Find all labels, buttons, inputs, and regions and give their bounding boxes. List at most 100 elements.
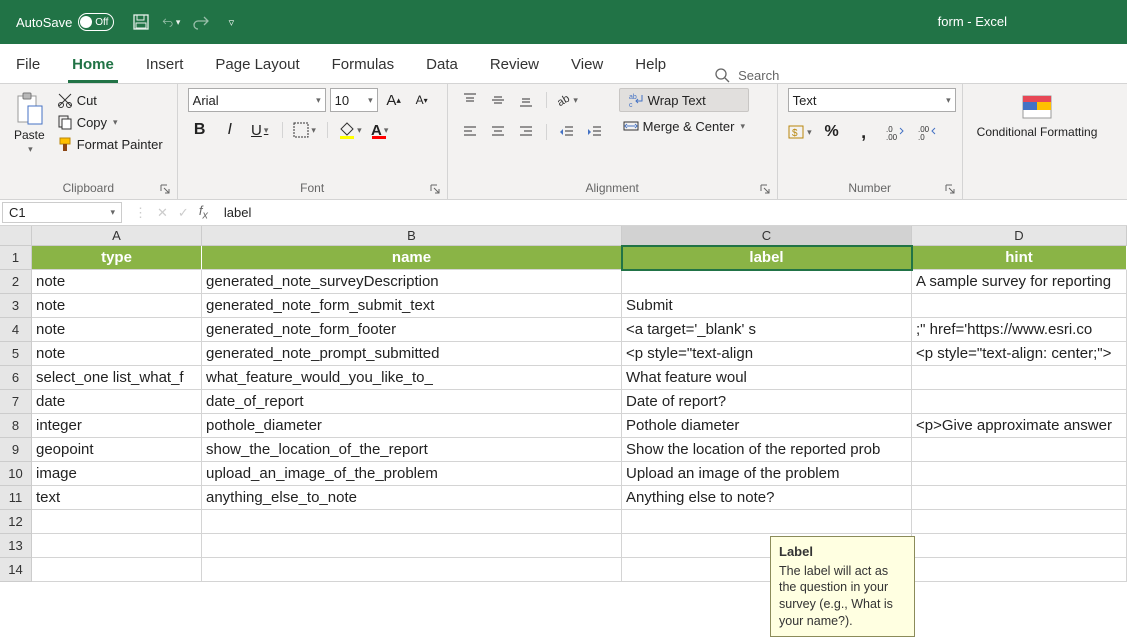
align-right-icon[interactable] bbox=[514, 120, 538, 144]
decrease-font-icon[interactable]: A▾ bbox=[410, 88, 434, 112]
cell[interactable] bbox=[912, 534, 1127, 558]
row-header[interactable]: 10 bbox=[0, 462, 32, 486]
cell[interactable] bbox=[912, 558, 1127, 582]
col-header-B[interactable]: B bbox=[202, 226, 622, 246]
increase-indent-icon[interactable] bbox=[583, 120, 607, 144]
cell[interactable]: integer bbox=[32, 414, 202, 438]
launcher-icon[interactable] bbox=[159, 183, 171, 195]
cell[interactable]: ;" href='https://www.esri.co bbox=[912, 318, 1127, 342]
cell[interactable]: show_the_location_of_the_report bbox=[202, 438, 622, 462]
font-name-combo[interactable]: Arial▾ bbox=[188, 88, 326, 112]
copy-button[interactable]: Copy▾ bbox=[53, 112, 167, 132]
accounting-format-icon[interactable]: $▾ bbox=[788, 120, 812, 144]
align-top-icon[interactable] bbox=[458, 88, 482, 112]
decrease-decimal-icon[interactable]: .00.0 bbox=[916, 120, 940, 144]
cell[interactable]: name bbox=[202, 246, 622, 270]
row-header[interactable]: 9 bbox=[0, 438, 32, 462]
cell[interactable]: Upload an image of the problem bbox=[622, 462, 912, 486]
cell[interactable]: note bbox=[32, 318, 202, 342]
cell[interactable] bbox=[32, 534, 202, 558]
cell[interactable]: what_feature_would_you_like_to_ bbox=[202, 366, 622, 390]
cell-selected[interactable]: label bbox=[622, 246, 912, 270]
row-header[interactable]: 11 bbox=[0, 486, 32, 510]
cell[interactable]: upload_an_image_of_the_problem bbox=[202, 462, 622, 486]
row-header[interactable]: 1 bbox=[0, 246, 32, 270]
row-header[interactable]: 5 bbox=[0, 342, 32, 366]
cell[interactable]: date bbox=[32, 390, 202, 414]
col-header-C[interactable]: C bbox=[622, 226, 912, 246]
cell[interactable]: note bbox=[32, 270, 202, 294]
tab-insert[interactable]: Insert bbox=[142, 48, 188, 83]
cell[interactable]: A sample survey for reporting bbox=[912, 270, 1127, 294]
cell[interactable]: generated_note_form_submit_text bbox=[202, 294, 622, 318]
font-size-combo[interactable]: 10▾ bbox=[330, 88, 378, 112]
tab-view[interactable]: View bbox=[567, 48, 607, 83]
conditional-formatting-button[interactable]: Conditional Formatting bbox=[973, 88, 1102, 143]
number-format-combo[interactable]: Text▾ bbox=[788, 88, 956, 112]
row-header[interactable]: 4 bbox=[0, 318, 32, 342]
tab-review[interactable]: Review bbox=[486, 48, 543, 83]
save-icon[interactable] bbox=[132, 13, 150, 31]
cell[interactable] bbox=[622, 270, 912, 294]
tab-home[interactable]: Home bbox=[68, 48, 118, 83]
row-header[interactable]: 6 bbox=[0, 366, 32, 390]
row-header[interactable]: 12 bbox=[0, 510, 32, 534]
cell[interactable] bbox=[912, 438, 1127, 462]
cell[interactable] bbox=[912, 366, 1127, 390]
search-box[interactable]: Search bbox=[714, 67, 779, 83]
undo-icon[interactable]: ▾ bbox=[162, 13, 180, 31]
bold-button[interactable]: B bbox=[188, 118, 212, 142]
cell[interactable]: Date of report? bbox=[622, 390, 912, 414]
cell[interactable] bbox=[912, 510, 1127, 534]
enter-icon[interactable]: ✓ bbox=[178, 205, 189, 221]
cell[interactable]: note bbox=[32, 342, 202, 366]
cancel-icon[interactable]: ✕ bbox=[157, 205, 168, 221]
row-header[interactable]: 2 bbox=[0, 270, 32, 294]
align-center-icon[interactable] bbox=[486, 120, 510, 144]
tab-page-layout[interactable]: Page Layout bbox=[211, 48, 303, 83]
cell[interactable]: <p>Give approximate answer bbox=[912, 414, 1127, 438]
redo-icon[interactable] bbox=[192, 13, 210, 31]
name-box[interactable]: C1▾ bbox=[2, 202, 122, 223]
cell[interactable] bbox=[912, 390, 1127, 414]
percent-icon[interactable]: % bbox=[820, 120, 844, 144]
col-header-D[interactable]: D bbox=[912, 226, 1127, 246]
row-header[interactable]: 7 bbox=[0, 390, 32, 414]
wrap-text-button[interactable]: abcWrap Text bbox=[619, 88, 749, 112]
cell[interactable]: geopoint bbox=[32, 438, 202, 462]
row-header[interactable]: 3 bbox=[0, 294, 32, 318]
cell[interactable]: Show the location of the reported prob bbox=[622, 438, 912, 462]
qat-customize-icon[interactable]: ▿ bbox=[222, 13, 240, 31]
cell[interactable] bbox=[32, 510, 202, 534]
tab-help[interactable]: Help bbox=[631, 48, 670, 83]
cell[interactable]: generated_note_prompt_submitted bbox=[202, 342, 622, 366]
cell[interactable]: date_of_report bbox=[202, 390, 622, 414]
formula-input[interactable] bbox=[218, 200, 1127, 225]
cell[interactable] bbox=[912, 294, 1127, 318]
cell[interactable]: Pothole diameter bbox=[622, 414, 912, 438]
launcher-icon[interactable] bbox=[429, 183, 441, 195]
cell[interactable] bbox=[202, 510, 622, 534]
cell[interactable]: type bbox=[32, 246, 202, 270]
cell[interactable]: select_one list_what_f bbox=[32, 366, 202, 390]
cell[interactable]: text bbox=[32, 486, 202, 510]
font-color-button[interactable]: A▾ bbox=[368, 118, 392, 142]
align-middle-icon[interactable] bbox=[486, 88, 510, 112]
cell[interactable]: image bbox=[32, 462, 202, 486]
cell[interactable]: <a target='_blank' s bbox=[622, 318, 912, 342]
cell[interactable]: generated_note_form_footer bbox=[202, 318, 622, 342]
launcher-icon[interactable] bbox=[944, 183, 956, 195]
tab-data[interactable]: Data bbox=[422, 48, 462, 83]
cell[interactable] bbox=[912, 486, 1127, 510]
align-bottom-icon[interactable] bbox=[514, 88, 538, 112]
tab-formulas[interactable]: Formulas bbox=[328, 48, 399, 83]
underline-button[interactable]: U▾ bbox=[248, 118, 272, 142]
row-header[interactable]: 8 bbox=[0, 414, 32, 438]
cell[interactable]: note bbox=[32, 294, 202, 318]
toggle-switch[interactable]: Off bbox=[78, 13, 114, 31]
comma-icon[interactable]: , bbox=[852, 120, 876, 144]
paste-button[interactable]: Paste ▾ bbox=[10, 88, 49, 159]
cell[interactable] bbox=[202, 534, 622, 558]
border-button[interactable]: ▾ bbox=[293, 118, 317, 142]
cell[interactable]: anything_else_to_note bbox=[202, 486, 622, 510]
